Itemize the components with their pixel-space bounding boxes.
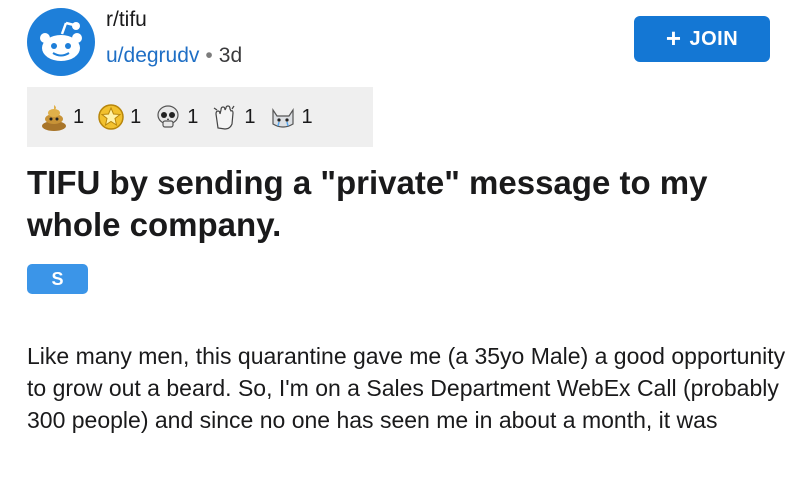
award-count: 1	[301, 105, 313, 128]
award-count: 1	[244, 105, 256, 128]
post-body: Like many men, this quarantine gave me (…	[27, 343, 786, 433]
meta-separator: •	[205, 44, 213, 67]
plus-icon: +	[665, 23, 682, 53]
subreddit-avatar[interactable]	[27, 8, 95, 76]
skull-award-icon	[153, 102, 183, 132]
award-skull[interactable]: 1	[153, 102, 198, 132]
award-count: 1	[187, 105, 199, 128]
post-title[interactable]: TIFU by sending a "private" message to m…	[27, 162, 787, 246]
award-clapping[interactable]: 1	[210, 102, 256, 132]
poop-award-icon	[39, 102, 69, 132]
reddit-alien-icon	[40, 21, 82, 61]
subreddit-name[interactable]: r/tifu	[106, 8, 147, 32]
post-flair[interactable]: S	[27, 264, 88, 294]
post-meta: u/degrudv • 3d	[106, 44, 242, 68]
join-button[interactable]: + JOIN	[634, 16, 770, 62]
gold-star-award-icon	[96, 102, 126, 132]
award-gold-star[interactable]: 1	[96, 102, 141, 132]
crying-cat-award-icon	[268, 102, 298, 132]
join-label: JOIN	[689, 27, 739, 50]
clapping-hands-award-icon	[210, 102, 240, 132]
author-link[interactable]: u/degrudv	[106, 44, 199, 67]
award-count: 1	[73, 105, 85, 128]
award-crying-cat[interactable]: 1	[268, 102, 313, 132]
post-age: 3d	[218, 44, 243, 67]
award-count: 1	[130, 105, 142, 128]
post-header: r/tifu u/degrudv • 3d + JOIN	[0, 0, 800, 85]
award-poop[interactable]: 1	[39, 102, 84, 132]
awards-bar[interactable]: 1 1 1 1 1	[27, 87, 373, 147]
